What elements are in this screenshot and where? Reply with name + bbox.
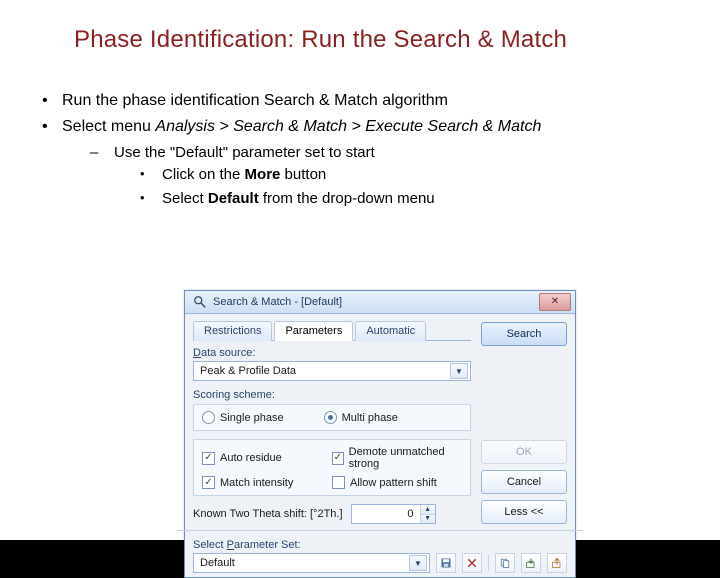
import-icon — [525, 557, 537, 569]
bullet-2-menu-path: Analysis > Search & Match > Execute Sear… — [155, 118, 541, 135]
search-button-label: Search — [507, 328, 542, 340]
sub-3: Select Default from the drop-down menu — [134, 189, 686, 209]
data-source-dropdown[interactable]: Peak & Profile Data ▼ — [193, 361, 471, 381]
scoring-scheme-label: Scoring scheme: — [193, 389, 471, 401]
bullet-1: Run the phase identification Search & Ma… — [38, 90, 686, 112]
ok-button-label: OK — [516, 446, 532, 458]
dialog-app-icon — [193, 295, 207, 309]
checkbox-auto-residue[interactable]: Auto residue — [202, 446, 332, 470]
cancel-button-label: Cancel — [507, 476, 541, 488]
checkbox-icon — [332, 476, 345, 489]
checkbox-icon — [332, 452, 344, 465]
data-source-value: Peak & Profile Data — [200, 365, 450, 377]
chevron-down-icon: ▼ — [450, 363, 468, 379]
bullet-2-pre: Select menu — [62, 118, 155, 135]
delete-param-button[interactable] — [462, 553, 482, 573]
sub-list: Use the "Default" parameter set to start… — [62, 143, 686, 209]
slide-title: Phase Identification: Run the Search & M… — [74, 26, 686, 54]
sub-2: Click on the More button — [134, 165, 686, 185]
sub-3-pre: Select — [162, 190, 208, 207]
export-icon — [551, 557, 563, 569]
less-button-label: Less << — [504, 506, 543, 518]
copy-param-button[interactable] — [495, 553, 515, 573]
chevron-down-icon: ▼ — [409, 555, 427, 571]
search-match-dialog: Search & Match - [Default] ✕ Restriction… — [184, 290, 576, 578]
options-group: Auto residue Demote unmatched strong Mat… — [193, 439, 471, 496]
sub-2-bold: More — [245, 166, 281, 183]
parameter-set-label: Select Parameter Set: — [193, 539, 567, 551]
radio-multi-phase-label: Multi phase — [342, 412, 398, 424]
two-theta-row: Known Two Theta shift: [°2Th.] 0 ▲ ▼ — [193, 504, 471, 524]
checkbox-allow-pattern-shift-label: Allow pattern shift — [350, 477, 437, 489]
import-param-button[interactable] — [521, 553, 541, 573]
checkbox-icon — [202, 452, 215, 465]
sub-1-text: Use the "Default" parameter set to start — [114, 144, 375, 161]
checkbox-icon — [202, 476, 215, 489]
copy-icon — [499, 557, 511, 569]
dialog-side-buttons: Search OK Cancel Less << — [481, 320, 567, 524]
tab-parameters-label: Parameters — [285, 325, 342, 337]
tabstrip: Restrictions Parameters Automatic — [193, 320, 471, 341]
sub-2-pre: Click on the — [162, 166, 245, 183]
delete-icon — [466, 557, 478, 569]
spin-up-icon[interactable]: ▲ — [421, 505, 435, 515]
dialog-main-panel: Restrictions Parameters Automatic DData … — [193, 320, 471, 524]
save-param-button[interactable] — [436, 553, 456, 573]
parameter-set-dropdown[interactable]: Default ▼ — [193, 553, 430, 573]
checkbox-allow-pattern-shift[interactable]: Allow pattern shift — [332, 476, 462, 489]
slide: Phase Identification: Run the Search & M… — [0, 0, 720, 540]
checkbox-demote-unmatched[interactable]: Demote unmatched strong — [332, 446, 462, 470]
radio-icon — [324, 411, 337, 424]
radio-icon — [202, 411, 215, 424]
sub-1: Use the "Default" parameter set to start… — [90, 143, 686, 209]
parameter-set-section: Select Parameter Set: Default ▼ — [185, 537, 575, 577]
scoring-scheme-group: Single phase Multi phase — [193, 404, 471, 431]
dialog-titlebar[interactable]: Search & Match - [Default] ✕ — [185, 291, 575, 314]
spinner: ▲ ▼ — [420, 505, 435, 523]
export-param-button[interactable] — [547, 553, 567, 573]
sub-2-post: button — [280, 166, 326, 183]
toolbar-separator — [488, 555, 489, 571]
save-icon — [440, 557, 452, 569]
checkbox-match-intensity-label: Match intensity — [220, 477, 293, 489]
dialog-title: Search & Match - [Default] — [213, 296, 539, 308]
tab-parameters[interactable]: Parameters — [274, 321, 353, 341]
sub-3-bold: Default — [208, 190, 259, 207]
tab-restrictions-label: Restrictions — [204, 325, 261, 337]
bullet-2: Select menu Analysis > Search & Match > … — [38, 116, 686, 209]
bullet-list: Run the phase identification Search & Ma… — [34, 90, 686, 209]
radio-multi-phase[interactable]: Multi phase — [324, 411, 398, 424]
checkbox-demote-unmatched-label: Demote unmatched strong — [349, 446, 462, 470]
cancel-button[interactable]: Cancel — [481, 470, 567, 494]
checkbox-match-intensity[interactable]: Match intensity — [202, 476, 332, 489]
sub-3-post: from the drop-down menu — [259, 190, 435, 207]
separator — [177, 530, 583, 531]
sub-sub-list: Click on the More button Select Default … — [114, 165, 686, 209]
tab-automatic-label: Automatic — [366, 325, 415, 337]
close-button[interactable]: ✕ — [539, 293, 571, 311]
spin-down-icon[interactable]: ▼ — [421, 515, 435, 524]
bullet-1-text: Run the phase identification Search & Ma… — [62, 92, 448, 109]
two-theta-label: Known Two Theta shift: [°2Th.] — [193, 508, 343, 520]
data-source-label: DData source:ata source: — [193, 347, 471, 359]
two-theta-input[interactable]: 0 ▲ ▼ — [351, 504, 436, 524]
search-button[interactable]: Search — [481, 322, 567, 346]
parameter-set-value: Default — [200, 557, 409, 569]
less-button[interactable]: Less << — [481, 500, 567, 524]
tab-restrictions[interactable]: Restrictions — [193, 321, 272, 341]
tab-automatic[interactable]: Automatic — [355, 321, 426, 341]
checkbox-auto-residue-label: Auto residue — [220, 452, 282, 464]
two-theta-value: 0 — [352, 505, 420, 523]
radio-single-phase-label: Single phase — [220, 412, 284, 424]
ok-button: OK — [481, 440, 567, 464]
radio-single-phase[interactable]: Single phase — [202, 411, 284, 424]
